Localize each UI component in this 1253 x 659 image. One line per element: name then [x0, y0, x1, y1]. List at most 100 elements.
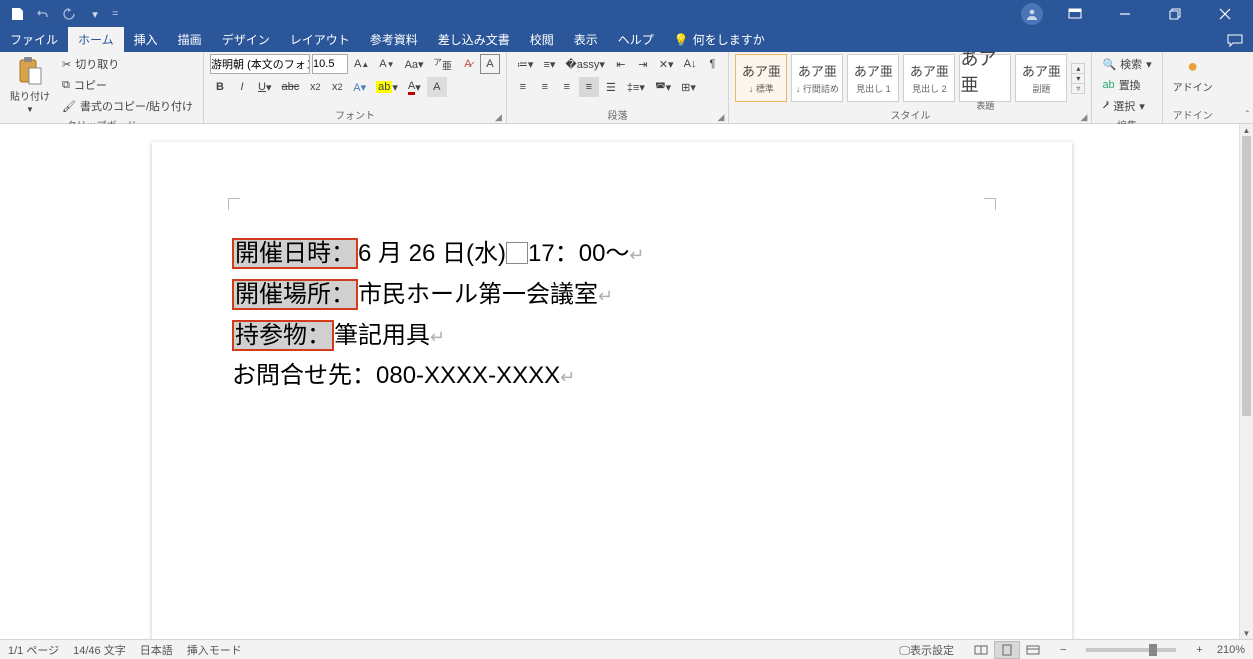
- style-subtitle[interactable]: あア亜副題: [1015, 54, 1067, 102]
- strikethrough-button[interactable]: abc: [278, 77, 304, 97]
- tab-layout[interactable]: レイアウト: [280, 27, 360, 52]
- text-direction-button[interactable]: ✕▾: [655, 54, 678, 74]
- document-area[interactable]: 開催日時：6 月 26 日(水)17：00～↵ 開催場所：市民ホール第一会議室↵…: [0, 124, 1239, 639]
- style-heading1[interactable]: あア亜見出し 1: [847, 54, 899, 102]
- page-indicator[interactable]: 1/1 ページ: [8, 642, 59, 658]
- collapse-ribbon-icon[interactable]: ˆ: [1246, 110, 1249, 121]
- show-marks-button[interactable]: ¶: [702, 54, 722, 74]
- align-right-button[interactable]: ≡: [557, 77, 577, 97]
- scroll-down-icon[interactable]: ▼: [1240, 627, 1253, 639]
- increase-indent-button[interactable]: ⇥: [633, 54, 653, 74]
- body-text[interactable]: 市民ホール第一会議室: [358, 281, 598, 308]
- vertical-scrollbar[interactable]: ▲ ▼: [1239, 124, 1253, 639]
- body-text[interactable]: 6 月 26 日(水)17：00～: [358, 240, 629, 267]
- read-mode-button[interactable]: [968, 641, 994, 659]
- character-shading-button[interactable]: A: [427, 77, 447, 97]
- bold-button[interactable]: B: [210, 77, 230, 97]
- zoom-in-button[interactable]: +: [1196, 644, 1202, 656]
- tab-review[interactable]: 校閲: [520, 27, 564, 52]
- italic-button[interactable]: I: [232, 77, 252, 97]
- styles-gallery-more[interactable]: ▴▾▿: [1071, 63, 1085, 94]
- account-icon[interactable]: [1021, 3, 1043, 25]
- shrink-font-button[interactable]: A▼: [375, 54, 398, 74]
- sort-button[interactable]: A↓: [680, 54, 701, 74]
- font-launcher-icon[interactable]: ◢: [495, 112, 502, 123]
- tab-file[interactable]: ファイル: [0, 27, 68, 52]
- align-center-button[interactable]: ≡: [535, 77, 555, 97]
- paragraph[interactable]: 開催場所：市民ホール第一会議室↵: [232, 275, 992, 316]
- comments-icon[interactable]: [1217, 30, 1253, 52]
- find-button[interactable]: 🔍検索▾: [1098, 54, 1155, 74]
- word-count[interactable]: 14/46 文字: [73, 642, 126, 658]
- tab-mailings[interactable]: 差し込み文書: [428, 27, 520, 52]
- tab-references[interactable]: 参考資料: [360, 27, 428, 52]
- close-icon[interactable]: [1207, 0, 1243, 28]
- tab-insert[interactable]: 挿入: [124, 27, 168, 52]
- format-painter-button[interactable]: 🖌 書式のコピー/貼り付け: [58, 96, 197, 116]
- scrollbar-thumb[interactable]: [1242, 136, 1251, 416]
- font-name-combo[interactable]: [210, 54, 310, 74]
- style-title[interactable]: あア亜表題: [959, 54, 1011, 102]
- display-settings-button[interactable]: 🖵表示設定: [899, 642, 954, 658]
- restore-icon[interactable]: [1157, 0, 1193, 28]
- body-text[interactable]: お問合せ先：080-XXXX-XXXX: [232, 362, 560, 389]
- qat-customize-icon[interactable]: ▾: [86, 5, 104, 23]
- language-indicator[interactable]: 日本語: [140, 642, 173, 658]
- cut-button[interactable]: ✂ 切り取り: [58, 54, 197, 74]
- paragraph[interactable]: 開催日時：6 月 26 日(水)17：00～↵: [232, 234, 992, 275]
- paragraph[interactable]: 持参物：筆記用具↵: [232, 316, 992, 357]
- ribbon-display-icon[interactable]: [1057, 0, 1093, 28]
- tab-view[interactable]: 表示: [564, 27, 608, 52]
- addins-button[interactable]: ●アドイン: [1169, 54, 1217, 96]
- superscript-button[interactable]: x2: [327, 77, 347, 97]
- line-spacing-button[interactable]: ‡≡▾: [623, 77, 649, 97]
- paste-button[interactable]: 貼り付け ▼: [6, 54, 54, 116]
- underline-button[interactable]: U▾: [254, 77, 275, 97]
- select-button[interactable]: ⭷選択▾: [1098, 96, 1148, 116]
- paragraph-launcher-icon[interactable]: ◢: [718, 112, 725, 123]
- web-layout-button[interactable]: [1020, 641, 1046, 659]
- zoom-level[interactable]: 210%: [1217, 644, 1245, 656]
- paragraph[interactable]: お問合せ先：080-XXXX-XXXX↵: [232, 356, 992, 397]
- body-text[interactable]: 筆記用具: [334, 322, 430, 349]
- undo-icon[interactable]: [34, 5, 52, 23]
- borders-button[interactable]: ⊞▾: [677, 77, 700, 97]
- zoom-out-button[interactable]: −: [1060, 644, 1066, 656]
- clear-formatting-button[interactable]: A̷: [458, 54, 478, 74]
- tab-help[interactable]: ヘルプ: [608, 27, 664, 52]
- highlight-button[interactable]: ab▾: [372, 77, 402, 97]
- multilevel-button[interactable]: �assy▾: [561, 54, 608, 74]
- replace-button[interactable]: ab置換: [1098, 75, 1144, 95]
- numbering-button[interactable]: ≡▾: [539, 54, 559, 74]
- font-color-button[interactable]: A▾: [404, 77, 425, 97]
- style-heading2[interactable]: あア亜見出し 2: [903, 54, 955, 102]
- redo-icon[interactable]: [60, 5, 78, 23]
- justify-button[interactable]: ≡: [579, 77, 599, 97]
- minimize-icon[interactable]: [1107, 0, 1143, 28]
- style-normal[interactable]: あア亜↓ 標準: [735, 54, 787, 102]
- enclose-characters-button[interactable]: A: [480, 54, 500, 74]
- highlighted-text[interactable]: 持参物：: [232, 320, 334, 351]
- highlighted-text[interactable]: 開催日時：: [232, 238, 358, 269]
- grow-font-button[interactable]: A▲: [350, 54, 373, 74]
- highlighted-text[interactable]: 開催場所：: [232, 279, 358, 310]
- zoom-slider-knob[interactable]: [1149, 644, 1157, 656]
- styles-launcher-icon[interactable]: ◢: [1081, 112, 1088, 123]
- tab-home[interactable]: ホーム: [68, 27, 124, 52]
- save-icon[interactable]: [8, 5, 26, 23]
- insert-mode[interactable]: 挿入モード: [187, 642, 242, 658]
- phonetic-guide-button[interactable]: ア亜: [430, 54, 456, 74]
- text-effects-button[interactable]: A▾: [349, 77, 370, 97]
- distributed-button[interactable]: ☰: [601, 77, 621, 97]
- copy-button[interactable]: ⧉ コピー: [58, 75, 197, 95]
- print-layout-button[interactable]: [994, 641, 1020, 659]
- scroll-up-icon[interactable]: ▲: [1240, 124, 1253, 136]
- tell-me-search[interactable]: 💡 何をしますか: [664, 27, 775, 52]
- align-left-button[interactable]: ≡: [513, 77, 533, 97]
- change-case-button[interactable]: Aa▾: [401, 54, 428, 74]
- tab-design[interactable]: デザイン: [212, 27, 280, 52]
- subscript-button[interactable]: x2: [305, 77, 325, 97]
- document-body[interactable]: 開催日時：6 月 26 日(水)17：00～↵ 開催場所：市民ホール第一会議室↵…: [232, 234, 992, 397]
- bullets-button[interactable]: ≔▾: [513, 54, 538, 74]
- zoom-slider[interactable]: [1086, 648, 1176, 652]
